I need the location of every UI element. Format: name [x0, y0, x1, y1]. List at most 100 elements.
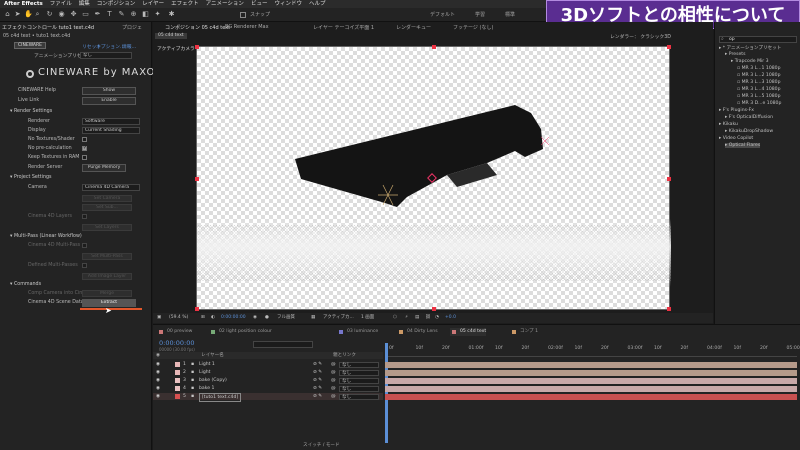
parent-pickwhip-icon[interactable]: @ [331, 361, 336, 368]
col-layer-name[interactable]: レイヤー名 [201, 352, 224, 359]
selection-tool-icon[interactable]: ➤ [14, 11, 21, 18]
layer-duration-bar[interactable] [385, 393, 797, 400]
brush-tool-icon[interactable]: ✎ [118, 11, 125, 18]
menu-help[interactable]: ヘルプ [309, 0, 326, 8]
effects-tree-item[interactable]: ▸ Kikaku [719, 122, 738, 127]
project-settings-section[interactable]: ▾ Project Settings [10, 175, 52, 180]
parent-select[interactable]: なし [339, 393, 379, 400]
effects-tree-item[interactable]: ▫ MR 3 L...4 1080p [737, 87, 781, 92]
merge-button[interactable]: Merge [82, 290, 132, 297]
add-image-layer-button[interactable]: Add Image Layer [82, 273, 132, 280]
region-of-interest-icon[interactable]: ▣ [157, 313, 161, 323]
effects-tree-item[interactable]: ▸ Optical Flares [725, 143, 761, 148]
layer-switches-icon[interactable]: ⊘ ✎ [313, 369, 322, 376]
layer-name[interactable]: bake 1 [199, 385, 214, 392]
snapshot-icon[interactable]: ◉ [253, 313, 257, 323]
workspace-default[interactable]: デフォルト [430, 11, 455, 18]
parent-pickwhip-icon[interactable]: @ [331, 377, 336, 384]
effects-tree-item[interactable]: ▸ Trapcode Mir 3 [731, 59, 769, 64]
parent-select[interactable]: なし [339, 377, 379, 384]
set-layers-button[interactable]: Set Layers [82, 224, 132, 231]
layer-switches-icon[interactable]: ⊘ ✎ [313, 385, 322, 392]
rectangle-tool-icon[interactable]: ▭ [82, 11, 89, 18]
visibility-eye-icon[interactable]: ◉ [156, 377, 160, 384]
timeline-tab[interactable]: コンプ 1 [510, 328, 538, 336]
grid-icon[interactable]: ⊞ [201, 313, 205, 323]
c4d-layers-checkbox[interactable] [82, 214, 87, 219]
render-settings-section[interactable]: ▾ Render Settings [10, 109, 52, 114]
effects-tree-item[interactable]: ▫ MR 3 L...3 1080p [737, 80, 781, 85]
clone-stamp-tool-icon[interactable]: ⊕ [130, 11, 137, 18]
layer-name[interactable]: bake (Copy) [199, 377, 227, 384]
timeline-tab[interactable]: 04 Dirty Lens [397, 328, 438, 336]
effect-name-cineware[interactable]: CINEWARE [14, 42, 46, 49]
hand-tool-icon[interactable]: ✋ [24, 11, 33, 18]
show-help-button[interactable]: Show [82, 87, 136, 95]
pen-tool-icon[interactable]: ✒ [94, 11, 101, 18]
no-textures-checkbox[interactable] [82, 137, 87, 142]
effects-search-input[interactable]: op [719, 36, 797, 43]
layer-search-input[interactable] [253, 341, 313, 348]
layer-row[interactable]: ◉ 1 ▪ Light 1 ⊘ ✎ @ なし [153, 361, 383, 368]
effects-tree-item[interactable]: ▫ MR 3 D...e 1080p [737, 101, 781, 106]
app-menu[interactable]: After Effects [4, 0, 43, 8]
multipass-section[interactable]: ▾ Multi-Pass (Linear Workflow) [10, 234, 82, 239]
layer-label-color[interactable] [175, 370, 180, 375]
edge-handle-top[interactable] [432, 45, 436, 49]
layer-label-color[interactable] [175, 362, 180, 367]
viewer-breadcrumb[interactable]: 05 c4d text [155, 33, 187, 39]
menu-animation[interactable]: アニメーション [206, 0, 244, 8]
about-link[interactable]: 情報... [122, 43, 136, 50]
roto-brush-tool-icon[interactable]: ✦ [154, 11, 161, 18]
puppet-tool-icon[interactable]: ✱ [168, 11, 175, 18]
edge-handle-left[interactable] [195, 177, 199, 181]
visibility-eye-icon[interactable]: ◉ [156, 393, 160, 400]
keep-textures-checkbox[interactable] [82, 155, 87, 160]
set-sub-button[interactable]: Set Sub... [82, 204, 132, 211]
corner-handle-bl[interactable] [195, 307, 199, 311]
corner-handle-br[interactable] [667, 307, 671, 311]
layer-duration-bar[interactable] [385, 369, 797, 376]
workspace-standard[interactable]: 標準 [505, 11, 515, 18]
camera-tool-icon[interactable]: ◉ [58, 11, 65, 18]
tab-render-queue[interactable]: レンダーキュー [396, 24, 431, 31]
anim-preset-select[interactable]: なし [80, 52, 132, 59]
menu-effect[interactable]: エフェクト [171, 0, 199, 8]
menu-view[interactable]: ビュー [251, 0, 268, 8]
effects-tree-item[interactable]: ▸ KikakuDropShadow [725, 129, 773, 134]
display-select[interactable]: Current Shading [82, 127, 140, 134]
camera-select[interactable]: Cinema 4D Camera [82, 184, 140, 191]
current-time-display[interactable]: 0:00:00:00 [221, 313, 246, 323]
reset-exposure-icon[interactable]: ◔ [435, 313, 439, 323]
view-layout-select[interactable]: 1 画面 [361, 313, 374, 323]
no-precalc-checkbox[interactable] [82, 145, 87, 151]
effects-tree-item[interactable]: ▸ Presets [725, 52, 746, 57]
rotate-tool-icon[interactable]: ↻ [46, 11, 53, 18]
comp-flowchart-icon[interactable]: ⛓ [425, 313, 431, 323]
timeline-tab[interactable]: 05 c4d text [450, 328, 487, 336]
options-link[interactable]: オプション... [96, 43, 125, 50]
workspace-learn[interactable]: 学習 [475, 11, 485, 18]
parent-pickwhip-icon[interactable]: @ [331, 369, 336, 376]
layer-duration-bar[interactable] [385, 377, 797, 384]
draft-3d-icon[interactable]: ⬡ [393, 313, 397, 323]
menu-file[interactable]: ファイル [50, 0, 72, 8]
exposure-value[interactable]: +0.0 [445, 313, 456, 323]
edge-handle-right[interactable] [667, 177, 671, 181]
parent-select[interactable]: なし [339, 385, 379, 392]
composition-canvas[interactable] [195, 45, 671, 311]
quality-select[interactable]: フル画質 [277, 313, 295, 323]
layer-label-color[interactable] [175, 386, 180, 391]
layer-label-color[interactable] [175, 394, 180, 399]
zoom-tool-icon[interactable]: ⌕ [34, 11, 41, 18]
mask-visibility-icon[interactable]: ◐ [211, 313, 215, 323]
timeline-tab[interactable]: 00 preview [157, 328, 192, 336]
layer-duration-bar[interactable] [385, 385, 797, 392]
3d-view-select[interactable]: アクティブカ... [323, 313, 354, 323]
timeline-tab[interactable]: 03 luminance [337, 328, 378, 336]
parent-select[interactable]: なし [339, 361, 379, 368]
purge-memory-button[interactable]: Purge Memory [82, 164, 126, 172]
commands-section[interactable]: ▾ Commands [10, 282, 41, 287]
layer-row[interactable]: ◉ 3 ▪ bake (Copy) ⊘ ✎ @ なし [153, 377, 383, 384]
set-camera-button[interactable]: Set Camera [82, 195, 132, 202]
